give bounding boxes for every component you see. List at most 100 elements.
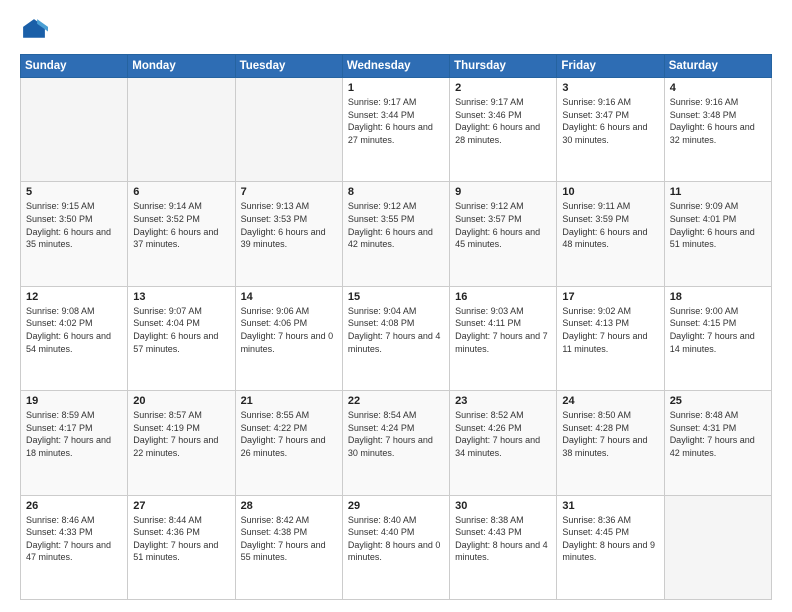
day-info: Sunrise: 9:17 AMSunset: 3:46 PMDaylight:…: [455, 96, 551, 146]
day-number: 14: [241, 291, 337, 303]
day-info: Sunrise: 8:48 AMSunset: 4:31 PMDaylight:…: [670, 409, 766, 459]
weekday-header: Monday: [128, 55, 235, 78]
calendar-day-cell: 9 Sunrise: 9:12 AMSunset: 3:57 PMDaylight…: [450, 182, 557, 286]
calendar-day-cell: 10 Sunrise: 9:11 AMSunset: 3:59 PMDayligh…: [557, 182, 664, 286]
day-number: 20: [133, 395, 229, 407]
calendar-table: SundayMondayTuesdayWednesdayThursdayFrid…: [20, 54, 772, 600]
day-info: Sunrise: 9:11 AMSunset: 3:59 PMDaylight:…: [562, 200, 658, 250]
day-info: Sunrise: 9:03 AMSunset: 4:11 PMDaylight:…: [455, 305, 551, 355]
day-info: Sunrise: 9:13 AMSunset: 3:53 PMDaylight:…: [241, 200, 337, 250]
day-number: 27: [133, 500, 229, 512]
day-info: Sunrise: 9:00 AMSunset: 4:15 PMDaylight:…: [670, 305, 766, 355]
weekday-header: Saturday: [664, 55, 771, 78]
calendar-day-cell: 24 Sunrise: 8:50 AMSunset: 4:28 PMDayligh…: [557, 391, 664, 495]
calendar-day-cell: 1 Sunrise: 9:17 AMSunset: 3:44 PMDaylight…: [342, 78, 449, 182]
day-number: 9: [455, 186, 551, 198]
day-number: 16: [455, 291, 551, 303]
weekday-header: Tuesday: [235, 55, 342, 78]
day-number: 10: [562, 186, 658, 198]
day-info: Sunrise: 9:12 AMSunset: 3:57 PMDaylight:…: [455, 200, 551, 250]
calendar-day-cell: 5 Sunrise: 9:15 AMSunset: 3:50 PMDaylight…: [21, 182, 128, 286]
weekday-header: Friday: [557, 55, 664, 78]
calendar-day-cell: 4Sunrise: 9:16 AMSunset: 3:48 PMDaylight…: [664, 78, 771, 182]
calendar-day-cell: [128, 78, 235, 182]
calendar-week-row: 12 Sunrise: 9:08 AMSunset: 4:02 PMDayligh…: [21, 286, 772, 390]
calendar-day-cell: 2 Sunrise: 9:17 AMSunset: 3:46 PMDaylight…: [450, 78, 557, 182]
day-info: Sunrise: 9:04 AMSunset: 4:08 PMDaylight:…: [348, 305, 444, 355]
day-info: Sunrise: 8:46 AMSunset: 4:33 PMDaylight:…: [26, 514, 122, 564]
calendar-day-cell: [664, 495, 771, 599]
calendar-day-cell: 25 Sunrise: 8:48 AMSunset: 4:31 PMDayligh…: [664, 391, 771, 495]
page: SundayMondayTuesdayWednesdayThursdayFrid…: [0, 0, 792, 612]
day-number: 11: [670, 186, 766, 198]
logo: [20, 16, 52, 44]
calendar-day-cell: 31Sunrise: 8:36 AMSunset: 4:45 PMDayligh…: [557, 495, 664, 599]
day-number: 17: [562, 291, 658, 303]
day-info: Sunrise: 9:12 AMSunset: 3:55 PMDaylight:…: [348, 200, 444, 250]
calendar-day-cell: 18 Sunrise: 9:00 AMSunset: 4:15 PMDayligh…: [664, 286, 771, 390]
calendar-day-cell: 17 Sunrise: 9:02 AMSunset: 4:13 PMDayligh…: [557, 286, 664, 390]
calendar-day-cell: [235, 78, 342, 182]
header: [20, 16, 772, 44]
day-info: Sunrise: 9:14 AMSunset: 3:52 PMDaylight:…: [133, 200, 229, 250]
calendar-day-cell: 12 Sunrise: 9:08 AMSunset: 4:02 PMDayligh…: [21, 286, 128, 390]
day-number: 22: [348, 395, 444, 407]
day-info: Sunrise: 8:36 AMSunset: 4:45 PMDaylight:…: [562, 514, 658, 564]
calendar-week-row: 1 Sunrise: 9:17 AMSunset: 3:44 PMDaylight…: [21, 78, 772, 182]
calendar-header-row: SundayMondayTuesdayWednesdayThursdayFrid…: [21, 55, 772, 78]
day-info: Sunrise: 8:50 AMSunset: 4:28 PMDaylight:…: [562, 409, 658, 459]
day-info: Sunrise: 8:57 AMSunset: 4:19 PMDaylight:…: [133, 409, 229, 459]
weekday-header: Wednesday: [342, 55, 449, 78]
day-number: 5: [26, 186, 122, 198]
calendar-day-cell: 8 Sunrise: 9:12 AMSunset: 3:55 PMDaylight…: [342, 182, 449, 286]
day-info: Sunrise: 9:16 AMSunset: 3:48 PMDaylight:…: [670, 96, 766, 146]
day-number: 25: [670, 395, 766, 407]
calendar-day-cell: 3 Sunrise: 9:16 AMSunset: 3:47 PMDaylight…: [557, 78, 664, 182]
calendar-day-cell: 22 Sunrise: 8:54 AMSunset: 4:24 PMDayligh…: [342, 391, 449, 495]
day-number: 18: [670, 291, 766, 303]
day-info: Sunrise: 9:09 AMSunset: 4:01 PMDaylight:…: [670, 200, 766, 250]
day-info: Sunrise: 9:06 AMSunset: 4:06 PMDaylight:…: [241, 305, 337, 355]
day-number: 13: [133, 291, 229, 303]
day-info: Sunrise: 8:59 AMSunset: 4:17 PMDaylight:…: [26, 409, 122, 459]
calendar-day-cell: 19 Sunrise: 8:59 AMSunset: 4:17 PMDayligh…: [21, 391, 128, 495]
day-number: 28: [241, 500, 337, 512]
day-info: Sunrise: 8:42 AMSunset: 4:38 PMDaylight:…: [241, 514, 337, 564]
logo-icon: [20, 16, 48, 44]
day-number: 29: [348, 500, 444, 512]
day-number: 24: [562, 395, 658, 407]
calendar-day-cell: [21, 78, 128, 182]
day-number: 26: [26, 500, 122, 512]
day-info: Sunrise: 8:44 AMSunset: 4:36 PMDaylight:…: [133, 514, 229, 564]
calendar-week-row: 26 Sunrise: 8:46 AMSunset: 4:33 PMDayligh…: [21, 495, 772, 599]
day-number: 21: [241, 395, 337, 407]
calendar-day-cell: 26 Sunrise: 8:46 AMSunset: 4:33 PMDayligh…: [21, 495, 128, 599]
day-info: Sunrise: 9:15 AMSunset: 3:50 PMDaylight:…: [26, 200, 122, 250]
calendar-day-cell: 7 Sunrise: 9:13 AMSunset: 3:53 PMDaylight…: [235, 182, 342, 286]
day-number: 7: [241, 186, 337, 198]
day-number: 12: [26, 291, 122, 303]
day-info: Sunrise: 9:08 AMSunset: 4:02 PMDaylight:…: [26, 305, 122, 355]
day-info: Sunrise: 8:40 AMSunset: 4:40 PMDaylight:…: [348, 514, 444, 564]
day-info: Sunrise: 8:52 AMSunset: 4:26 PMDaylight:…: [455, 409, 551, 459]
day-number: 19: [26, 395, 122, 407]
day-number: 2: [455, 82, 551, 94]
day-number: 15: [348, 291, 444, 303]
calendar-day-cell: 20 Sunrise: 8:57 AMSunset: 4:19 PMDayligh…: [128, 391, 235, 495]
calendar-day-cell: 11 Sunrise: 9:09 AMSunset: 4:01 PMDayligh…: [664, 182, 771, 286]
day-info: Sunrise: 9:16 AMSunset: 3:47 PMDaylight:…: [562, 96, 658, 146]
weekday-header: Thursday: [450, 55, 557, 78]
day-number: 30: [455, 500, 551, 512]
day-info: Sunrise: 9:17 AMSunset: 3:44 PMDaylight:…: [348, 96, 444, 146]
weekday-header: Sunday: [21, 55, 128, 78]
day-info: Sunrise: 9:02 AMSunset: 4:13 PMDaylight:…: [562, 305, 658, 355]
day-number: 1: [348, 82, 444, 94]
day-number: 3: [562, 82, 658, 94]
day-number: 23: [455, 395, 551, 407]
day-info: Sunrise: 8:54 AMSunset: 4:24 PMDaylight:…: [348, 409, 444, 459]
calendar-day-cell: 6Sunrise: 9:14 AMSunset: 3:52 PMDaylight…: [128, 182, 235, 286]
day-info: Sunrise: 9:07 AMSunset: 4:04 PMDaylight:…: [133, 305, 229, 355]
calendar-day-cell: 14 Sunrise: 9:06 AMSunset: 4:06 PMDayligh…: [235, 286, 342, 390]
calendar-day-cell: 15 Sunrise: 9:04 AMSunset: 4:08 PMDayligh…: [342, 286, 449, 390]
day-number: 8: [348, 186, 444, 198]
